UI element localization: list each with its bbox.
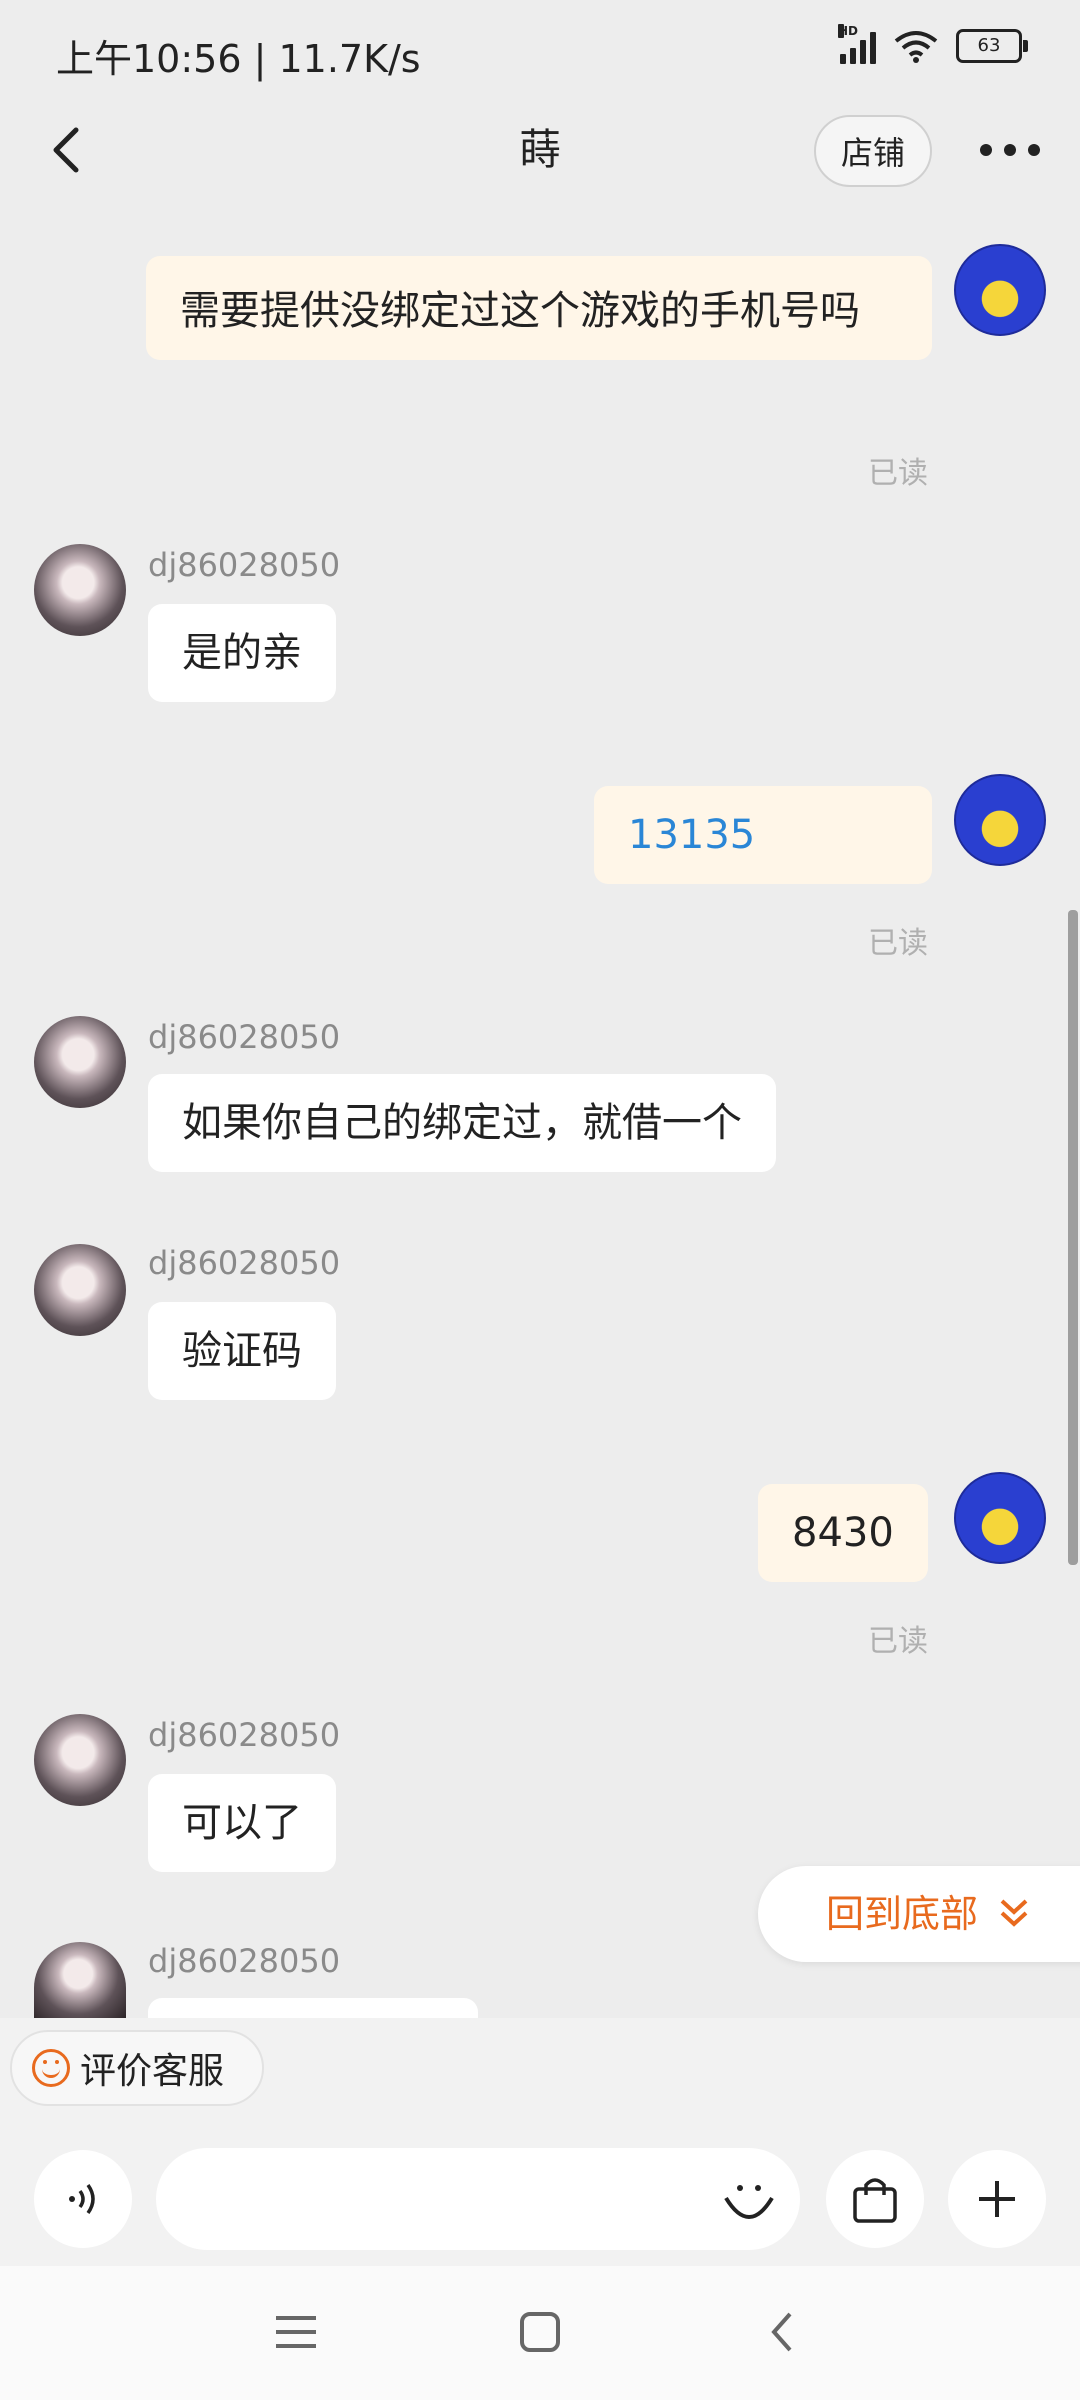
more-dots-icon[interactable]	[980, 130, 1060, 170]
message-input[interactable]	[156, 2148, 800, 2250]
chevron-double-down-icon	[1000, 1899, 1028, 1927]
read-status: 已读	[868, 1624, 928, 1659]
my-avatar[interactable]	[954, 244, 1046, 336]
voice-icon	[69, 2183, 95, 2215]
message-bubble-mine[interactable]: 13135	[594, 786, 932, 884]
plus-button[interactable]	[948, 2150, 1046, 2248]
shopping-bag-button[interactable]	[826, 2150, 924, 2248]
sender-name: dj86028050	[148, 1716, 341, 1754]
sender-name: dj86028050	[148, 1018, 341, 1056]
voice-button[interactable]	[34, 2150, 132, 2248]
back-to-bottom-label: 回到底部	[826, 1892, 979, 1936]
back-arrow-icon[interactable]	[40, 120, 100, 180]
status-time: 上午10:56 | 11.7K/s	[56, 37, 421, 81]
network-label: HD	[838, 24, 859, 38]
signal-icon: HD	[838, 24, 876, 64]
scrollbar[interactable]	[1068, 910, 1078, 1565]
sender-name: dj86028050	[148, 1244, 341, 1282]
battery-level: 63	[977, 35, 1001, 56]
seller-avatar[interactable]	[34, 544, 126, 636]
back-chevron-icon[interactable]	[754, 2302, 814, 2362]
read-status: 已读	[868, 456, 928, 491]
status-icons: HD 63	[838, 24, 1028, 64]
back-to-bottom-button[interactable]: 回到底部	[758, 1866, 1080, 1962]
message-bubble-theirs: 可以了	[148, 1774, 336, 1872]
smile-icon	[32, 2049, 70, 2087]
message-bubble-theirs: 是的亲	[148, 604, 336, 702]
home-square-icon[interactable]	[510, 2302, 570, 2362]
message-bubble-theirs: 如果你自己的绑定过，就借一个	[148, 1074, 776, 1172]
emoji-icon[interactable]	[718, 2168, 780, 2230]
seller-avatar[interactable]	[34, 1016, 126, 1108]
shopping-bag-icon	[853, 2178, 897, 2223]
sender-name: dj86028050	[148, 546, 341, 584]
read-status: 已读	[868, 926, 928, 961]
my-avatar[interactable]	[954, 1472, 1046, 1564]
message-bubble-theirs: 验证码	[148, 1302, 336, 1400]
battery-icon: 63	[956, 29, 1028, 63]
my-avatar[interactable]	[954, 774, 1046, 866]
menu-icon[interactable]	[266, 2302, 326, 2362]
sender-name: dj86028050	[148, 1942, 341, 1980]
seller-avatar[interactable]	[34, 1714, 126, 1806]
wifi-icon	[894, 31, 938, 63]
shop-button[interactable]: 店铺	[814, 115, 932, 187]
message-bubble-mine: 需要提供没绑定过这个游戏的手机号吗	[146, 256, 932, 360]
plus-icon	[979, 2181, 1015, 2217]
message-bubble-mine: 8430	[758, 1484, 928, 1582]
rate-service-button[interactable]: 评价客服	[10, 2030, 264, 2106]
seller-avatar[interactable]	[34, 1942, 126, 2018]
message-bubble-theirs	[148, 1998, 478, 2018]
page-title: 蒔	[518, 125, 561, 174]
rate-service-label: 评价客服	[80, 2051, 225, 2092]
seller-avatar[interactable]	[34, 1244, 126, 1336]
